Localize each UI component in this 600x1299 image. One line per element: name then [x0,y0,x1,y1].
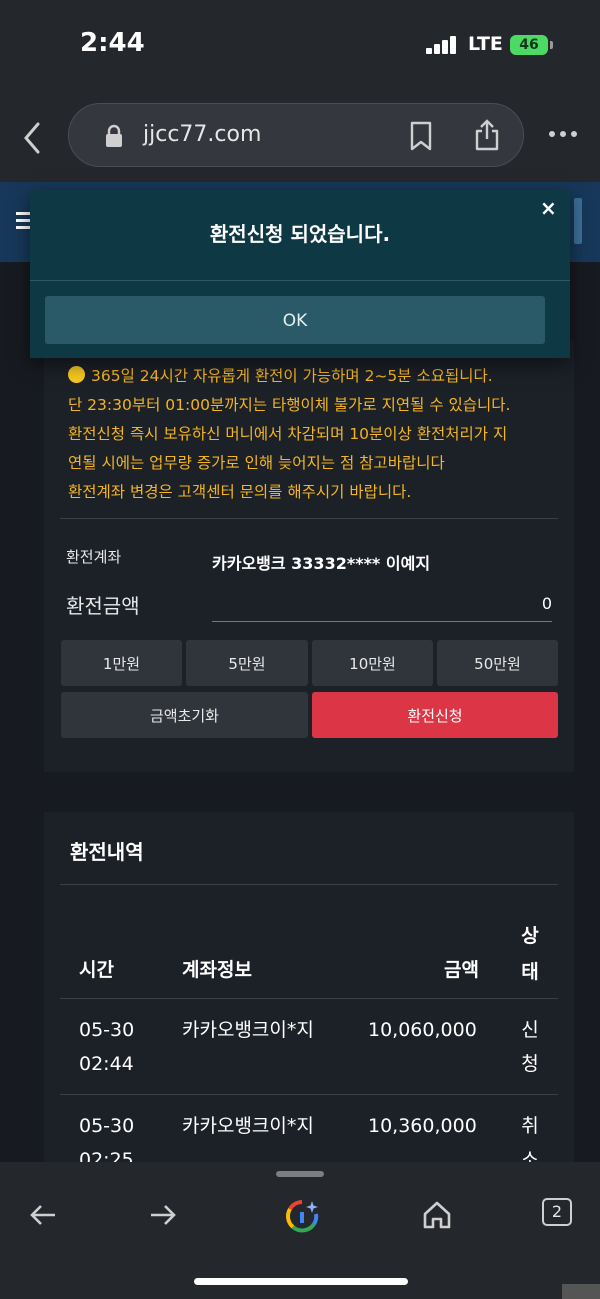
google-lens-icon[interactable] [284,1198,320,1234]
divider [60,884,558,885]
confirmation-modal: 환전신청 되었습니다. × OK [30,190,570,358]
history-title: 환전내역 [70,840,144,864]
quick-amount-button[interactable]: 5만원 [186,640,308,686]
ok-button[interactable]: OK [45,296,545,344]
share-icon[interactable] [473,118,501,152]
modal-divider [30,280,570,281]
amount-label: 환전금액 [66,594,140,618]
notice-line: 단 23:30부터 01:00분까지는 타행이체 불가로 지연될 수 있습니다. [68,396,511,414]
bookmark-icon[interactable] [409,121,433,151]
reset-amount-button[interactable]: 금액초기화 [61,692,308,738]
home-icon[interactable] [422,1200,452,1230]
url-text: jjcc77.com [143,122,262,147]
amount-input[interactable] [212,586,552,622]
row-date: 05-30 [79,1115,135,1137]
drag-handle[interactable] [276,1171,324,1177]
status-bar: 2:44 LTE 46 [0,0,600,90]
notice-line: 환전신청 즉시 보유하신 머니에서 차감되며 10분이상 환전처리가 지 [68,425,508,443]
row-status: 신청 [521,1019,539,1075]
status-time: 2:44 [80,28,145,58]
account-label: 환전계좌 [66,548,122,566]
column-header-time: 시간 [79,959,114,981]
divider [60,518,558,519]
row-amount: 10,060,000 [368,1019,477,1041]
warning-dot-icon [68,366,85,383]
row-separator [60,998,558,999]
network-label: LTE [468,33,503,55]
browser-toolbar: jjcc77.com [0,90,600,182]
tab-switcher-button[interactable]: 2 [542,1198,572,1226]
corner-element [562,1284,600,1299]
account-value: 카카오뱅크 33332**** 이예지 [212,554,431,573]
column-header-account: 계좌정보 [182,959,252,981]
home-indicator [194,1278,408,1285]
row-account: 카카오뱅크이*지 [182,1019,314,1041]
forward-arrow-icon[interactable] [148,1200,178,1230]
quick-amount-button[interactable]: 1만원 [61,640,182,686]
notice-text: 365일 24시간 자유롭게 환전이 가능하며 2~5분 소요됩니다. 단 23… [68,362,568,507]
quick-amount-button[interactable]: 10만원 [312,640,433,686]
submit-withdraw-button[interactable]: 환전신청 [312,692,558,738]
back-chevron-icon[interactable] [20,120,46,156]
row-time: 02:44 [79,1053,134,1075]
notice-line: 365일 24시간 자유롭게 환전이 가능하며 2~5분 소요됩니다. [68,362,568,391]
notice-line: 환전계좌 변경은 고객센터 문의를 해주시기 바랍니다. [68,483,412,501]
battery-tip [550,41,553,49]
row-separator [60,1094,558,1095]
notice-line: 연될 시에는 업무량 증가로 인해 늦어지는 점 참고바랍니다 [68,454,445,472]
column-header-status: 상태 [521,925,539,983]
row-account: 카카오뱅크이*지 [182,1115,314,1137]
column-header-amount: 금액 [444,959,479,981]
battery-icon: 46 [510,35,548,55]
close-icon[interactable]: × [540,196,557,220]
header-button[interactable] [574,198,582,244]
back-arrow-icon[interactable] [28,1200,58,1230]
lock-icon [106,124,122,147]
modal-message: 환전신청 되었습니다. [209,222,391,246]
row-amount: 10,360,000 [368,1115,477,1137]
more-icon[interactable] [548,130,578,138]
browser-bottom-bar: 2 [0,1162,600,1299]
row-date: 05-30 [79,1019,135,1041]
address-bar[interactable]: jjcc77.com [68,103,524,167]
quick-amount-button[interactable]: 50만원 [437,640,558,686]
signal-icon [426,36,458,54]
